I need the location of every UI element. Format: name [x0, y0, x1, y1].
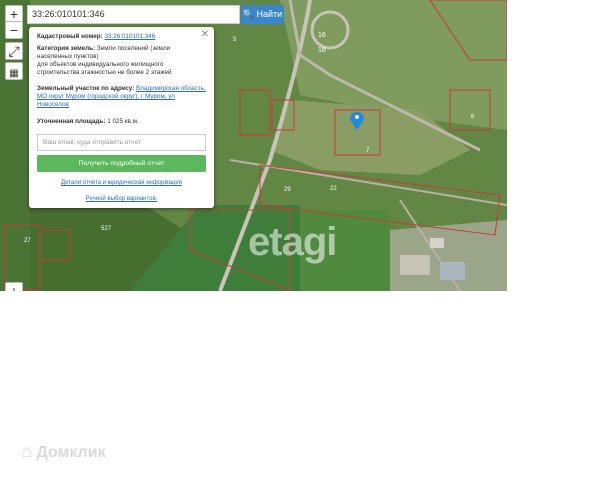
address-label: Земельный участок по адресу:	[37, 85, 135, 92]
area-value: 1 025 кв.м.	[107, 118, 139, 125]
area-row: Уточненная площадь: 1 025 кв.м.	[37, 118, 206, 126]
map-label: 27	[24, 238, 31, 244]
map-label: 6	[471, 114, 475, 120]
map-label: 16	[318, 47, 326, 54]
map-label: 22	[330, 186, 337, 192]
land-category-row: Категория земель: Земли поселений (земли…	[37, 45, 206, 61]
map-label: 5	[233, 37, 237, 43]
find-button-label: Найти	[256, 9, 283, 19]
map-label: 16	[318, 32, 326, 39]
domclick-logo: ⌂ Домклик	[21, 441, 106, 462]
manual-selection-link[interactable]: Ручной выбор вариантов.	[29, 196, 214, 202]
report-details-link[interactable]: Детали отчета и юридическая информация	[29, 180, 214, 186]
map-label: 7	[366, 148, 370, 154]
map-label: 527	[101, 226, 112, 232]
cadastral-number-row: Кадастровый номер: 33:26:010101:346	[37, 33, 206, 41]
cadastral-search-input[interactable]: 33:26:010101:346	[27, 5, 240, 24]
email-field[interactable]: Ваш email, куда отправить отчет	[37, 134, 206, 151]
printer-icon: ▦	[9, 68, 19, 79]
expand-icon: ⤢	[8, 43, 20, 59]
find-button[interactable]: 🔍 Найти	[241, 5, 284, 24]
address-row: Земельный участок по адресу: Владимирска…	[37, 85, 206, 109]
fullscreen-button[interactable]: ⤢	[5, 42, 23, 60]
satellite-map[interactable]: etagi + − ⤢ ▦ + 33:26:010101:346 🔍 Найти…	[0, 0, 507, 291]
parcel-info-popup: ✕ Кадастровый номер: 33:26:010101:346 Ка…	[29, 27, 214, 208]
map-bottom-control[interactable]: +	[5, 282, 23, 291]
house-icon: ⌂	[21, 441, 32, 461]
land-category-label: Категория земель:	[37, 45, 96, 52]
cadastral-number-link[interactable]: 33:26:010101:346	[105, 33, 156, 40]
map-label: 29	[284, 187, 291, 193]
get-report-button[interactable]: Получить подробный отчет	[37, 155, 206, 172]
zoom-out-button[interactable]: −	[5, 21, 23, 39]
cadastral-number-label: Кадастровый номер:	[37, 33, 103, 40]
area-label: Уточненная площадь:	[37, 118, 106, 125]
search-icon: 🔍	[242, 9, 254, 19]
land-usage-text: для объектов индивидуального жилищного с…	[37, 61, 172, 76]
etagi-watermark: etagi	[248, 220, 337, 264]
print-button[interactable]: ▦	[5, 62, 23, 80]
brand-name: Домклик	[36, 444, 106, 461]
